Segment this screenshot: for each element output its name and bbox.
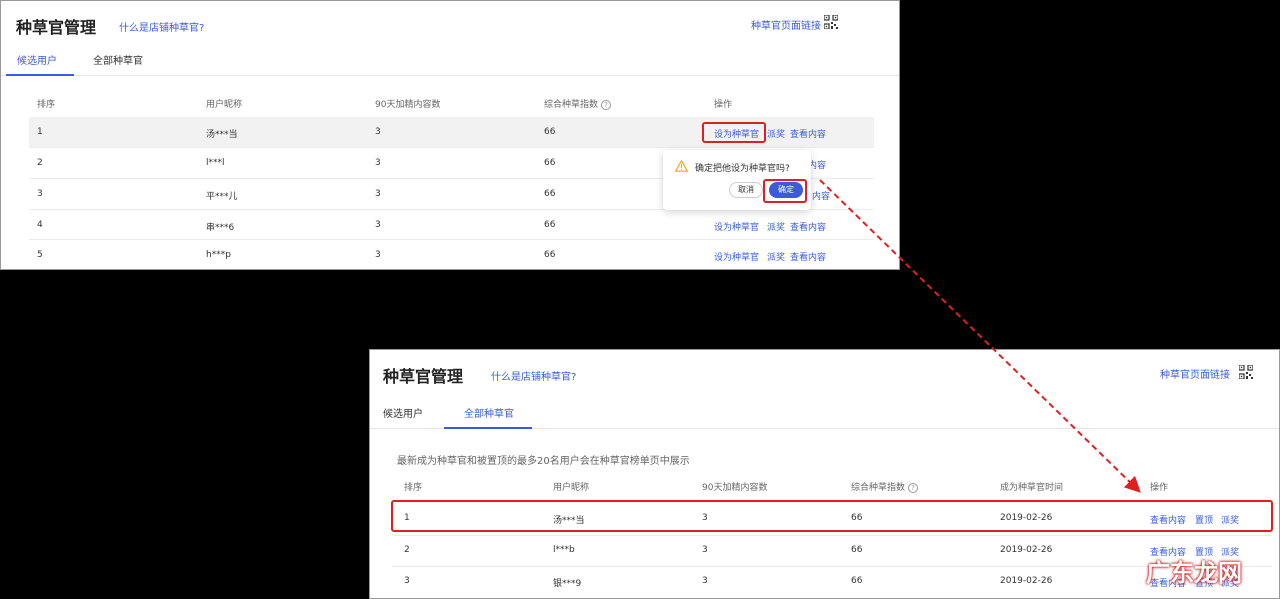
watermark-logo: 广东龙网: [1146, 559, 1242, 587]
flow-arrow: [819, 179, 1141, 493]
